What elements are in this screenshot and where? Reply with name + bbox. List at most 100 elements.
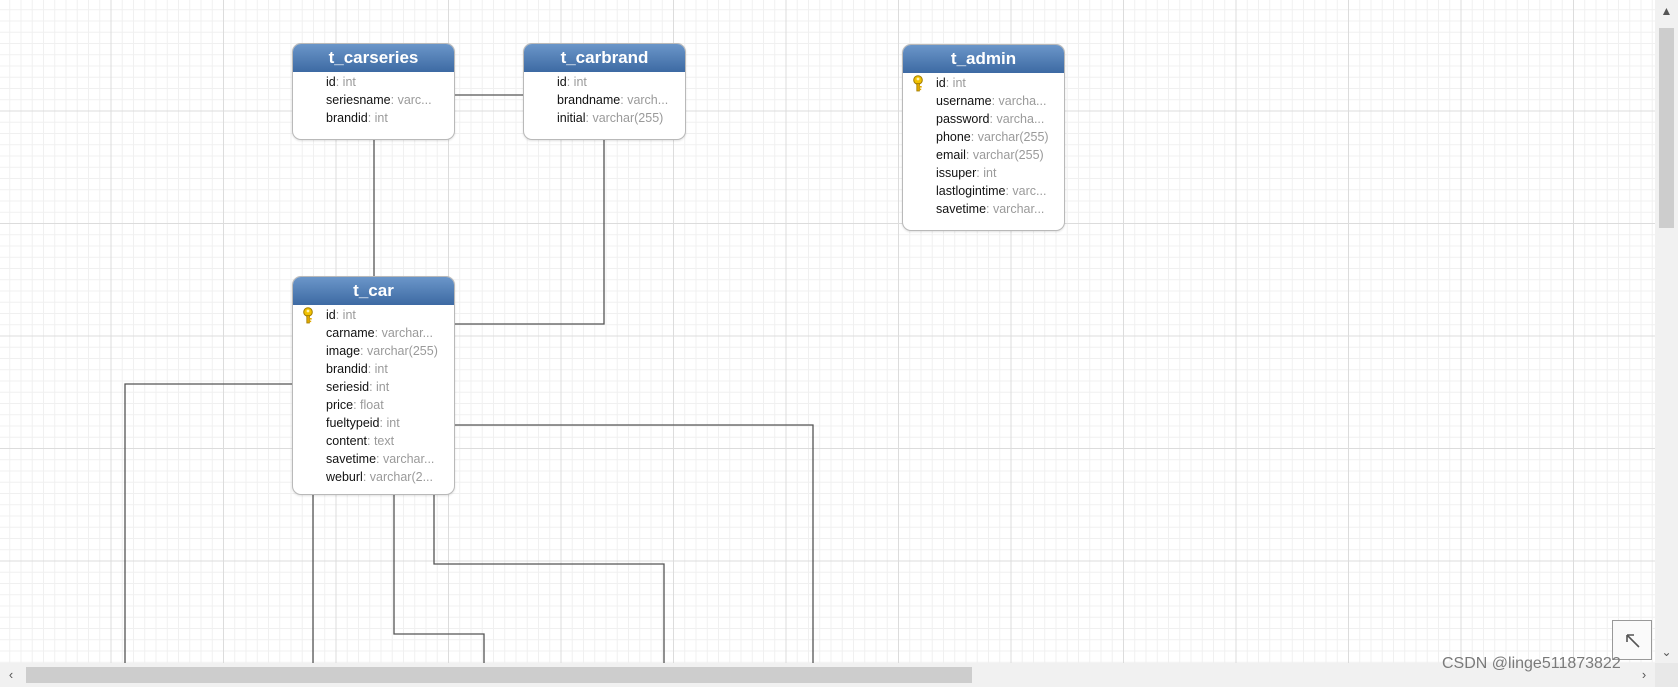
field-name: content [326,434,368,448]
chevron-down-icon[interactable]: ⌄ [1655,641,1678,663]
field-name: brandid [326,362,368,376]
field-row[interactable]: phone: varchar(255) [903,128,1064,146]
field-name: phone [936,130,971,144]
horizontal-scrollbar[interactable]: ‹ › [0,663,1655,687]
field-row[interactable]: seriesname: varc... [293,91,454,109]
entity-title: t_car [293,277,454,305]
field-name: id [557,75,567,89]
field-name: savetime [936,202,987,216]
outline-toggle-button[interactable] [1612,620,1652,660]
field-type: : varcha... [989,112,1045,126]
field-name: email [936,148,966,162]
field-type: : int [566,75,587,89]
connector-car-left [124,383,292,663]
field-row[interactable]: fueltypeid: int [293,414,454,432]
field-name: seriesname [326,93,391,107]
field-type: : varchar(255) [965,148,1044,162]
field-row[interactable]: issuper: int [903,164,1064,182]
field-row[interactable]: id: int [903,74,1064,92]
chevron-up-icon[interactable]: ▲ [1655,0,1678,22]
field-type: : int [379,416,400,430]
field-type: : int [335,308,356,322]
entity-title: t_carbrand [524,44,685,72]
field-name: fueltypeid [326,416,380,430]
relation-connectors [124,94,814,663]
field-type: : varchar(255) [585,111,664,125]
field-type: : int [335,75,356,89]
watermark-text: CSDN @linge511873822 [1442,655,1621,672]
field-row[interactable]: initial: varchar(255) [524,109,685,127]
field-row[interactable]: price: float [293,396,454,414]
connector-carbrand-car [454,138,605,325]
field-row[interactable]: lastlogintime: varc... [903,182,1064,200]
field-type: : varchar... [374,326,433,340]
entity-t-admin[interactable]: t_admin id: int username: varcha... pass… [902,44,1065,231]
field-type: : varchar... [376,452,435,466]
field-row[interactable]: seriesid: int [293,378,454,396]
entity-t-car[interactable]: t_car id: int carname: varchar... image:… [292,276,455,495]
field-list: id: int brandname: varch... initial: var… [524,72,685,127]
chevron-left-icon[interactable]: ‹ [0,663,22,687]
field-name: seriesid [326,380,370,394]
field-name: lastlogintime [936,184,1006,198]
field-name: id [936,76,946,90]
connector-car-right [454,424,814,663]
field-type: : varc... [390,93,432,107]
field-row[interactable]: id: int [293,306,454,324]
connector-car-bottom-c [433,494,665,663]
field-row[interactable]: savetime: varchar... [903,200,1064,218]
field-row[interactable]: content: text [293,432,454,450]
field-type: : varchar(255) [970,130,1049,144]
horizontal-scroll-thumb[interactable] [26,667,972,683]
entity-title: t_admin [903,45,1064,73]
field-name: carname [326,326,375,340]
field-name: initial [557,111,586,125]
field-name: price [326,398,354,412]
field-list: id: int carname: varchar... image: varch… [293,305,454,486]
field-row[interactable]: id: int [524,73,685,91]
field-row[interactable]: id: int [293,73,454,91]
field-type: : int [367,362,388,376]
field-list: id: int username: varcha... password: va… [903,73,1064,218]
field-row[interactable]: brandid: int [293,109,454,127]
field-type: : varc... [1005,184,1047,198]
key-icon [303,307,313,324]
field-row[interactable]: brandid: int [293,360,454,378]
scrollbar-corner [1655,663,1678,687]
field-type: : int [367,111,388,125]
field-name: weburl [326,470,363,484]
chevron-right-icon[interactable]: › [1633,663,1655,687]
key-icon [913,75,923,92]
vertical-scrollbar[interactable]: ▲ ⌄ [1655,0,1678,663]
field-name: password [936,112,990,126]
field-row[interactable]: email: varchar(255) [903,146,1064,164]
field-name: username [936,94,992,108]
field-row[interactable]: carname: varchar... [293,324,454,342]
field-row[interactable]: savetime: varchar... [293,450,454,468]
field-name: brandid [326,111,368,125]
field-type: : float [353,398,384,412]
field-name: brandname [557,93,621,107]
field-name: id [326,75,336,89]
field-type: : varchar(2... [362,470,433,484]
field-row[interactable]: username: varcha... [903,92,1064,110]
field-row[interactable]: image: varchar(255) [293,342,454,360]
diagram-canvas[interactable]: t_carseries id: int seriesname: varc... … [0,0,1655,663]
field-type: : varchar... [986,202,1045,216]
connector-car-bottom-b [393,494,485,663]
field-type: : int [369,380,390,394]
field-type: : varch... [620,93,669,107]
field-row[interactable]: brandname: varch... [524,91,685,109]
entity-t-carbrand[interactable]: t_carbrand id: int brandname: varch... i… [523,43,686,140]
field-type: : varcha... [991,94,1047,108]
field-row[interactable]: weburl: varchar(2... [293,468,454,486]
field-name: issuper [936,166,977,180]
field-name: id [326,308,336,322]
vertical-scroll-thumb[interactable] [1659,28,1674,228]
field-row[interactable]: password: varcha... [903,110,1064,128]
field-type: : int [945,76,966,90]
field-type: : varchar(255) [360,344,438,358]
field-type: : text [367,434,395,448]
entity-title: t_carseries [293,44,454,72]
entity-t-carseries[interactable]: t_carseries id: int seriesname: varc... … [292,43,455,140]
